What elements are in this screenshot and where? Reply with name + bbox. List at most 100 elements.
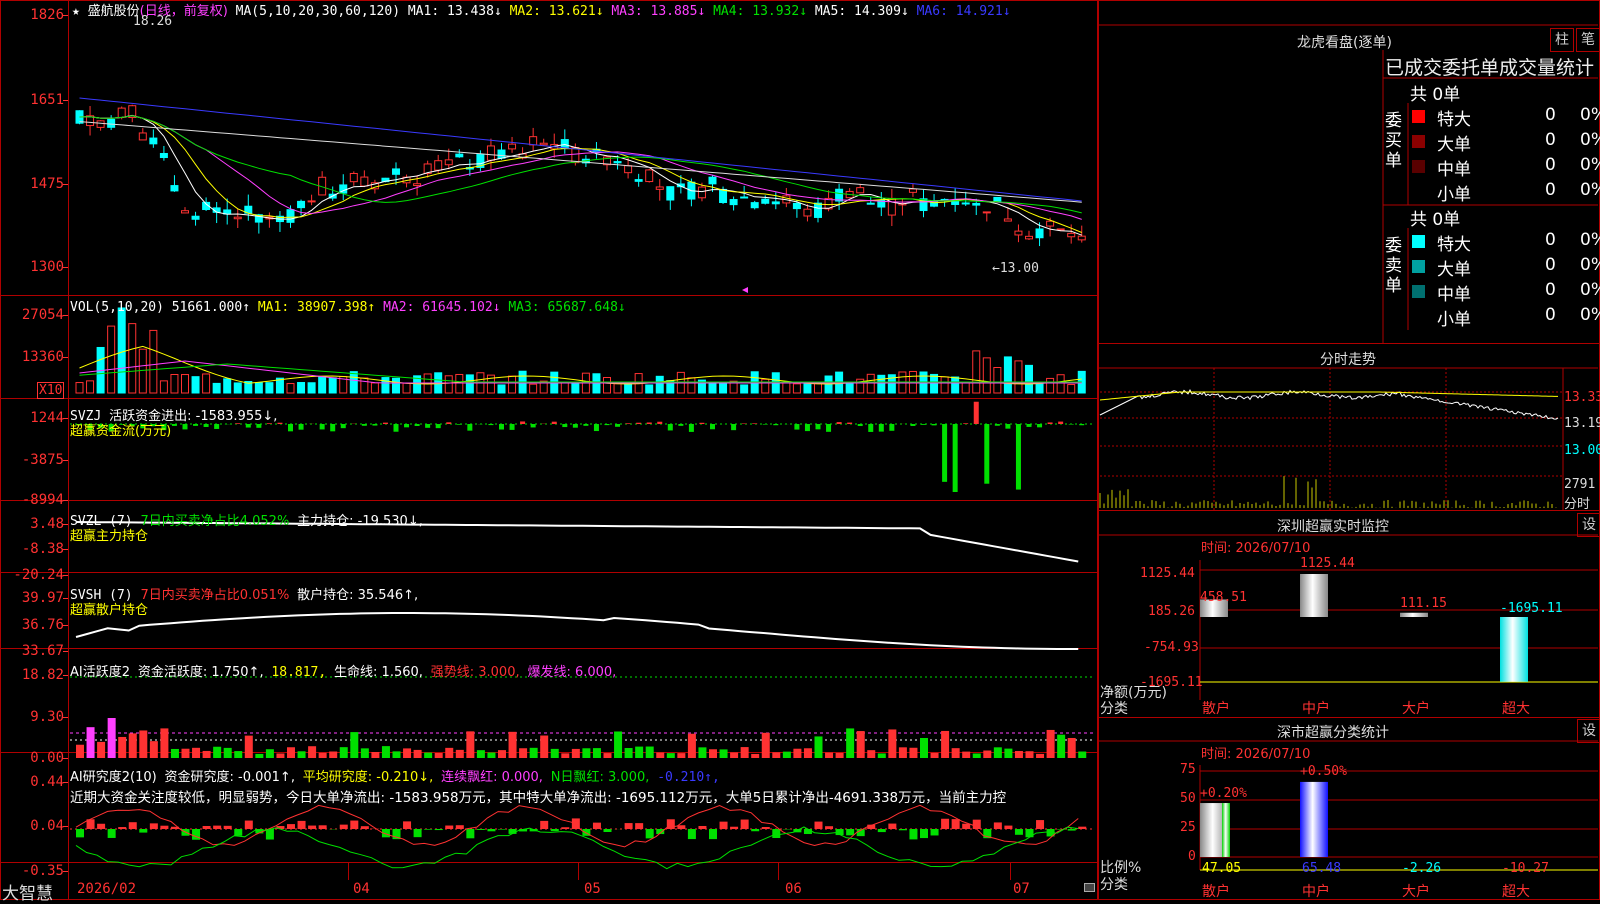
classify-settings-button[interactable]: 设 — [1577, 719, 1600, 743]
ai1-bar — [118, 737, 126, 758]
monitor-cat-label: 分类 — [1100, 698, 1128, 718]
ai1-bar — [129, 733, 137, 758]
svzj-bar — [1079, 424, 1084, 425]
category-qty: 0 — [1545, 155, 1556, 175]
classify-value-label: 47.05 — [1202, 861, 1241, 876]
ai2-bar — [319, 825, 327, 829]
ma6-value: MA6: 14.921↓ — [917, 4, 1011, 19]
svzj-bar — [879, 424, 884, 432]
ai2-bar — [97, 824, 105, 829]
ai1-d4: 强势线: 3.000, — [431, 665, 520, 680]
candle-body — [815, 203, 822, 217]
svzj-bar — [246, 424, 251, 428]
classify-time: 时间: 2026/07/10 — [1201, 743, 1310, 762]
ai2-bar — [108, 829, 116, 838]
ai1-bar — [1036, 754, 1044, 758]
volume-bar — [266, 383, 273, 393]
ma-label: MA(5,10,20,30,60,120) — [236, 4, 400, 19]
ai2-bar — [361, 826, 369, 829]
xaxis-label-1: 2026/02 — [77, 881, 136, 897]
ai1-bar — [371, 752, 379, 758]
ai1-bar — [245, 736, 253, 758]
svzj-bar — [394, 424, 399, 432]
ai1-bar — [625, 748, 633, 758]
monitor-value-label: 1125.44 — [1300, 556, 1355, 571]
ai1-bar — [192, 748, 200, 758]
ai2-bar — [298, 821, 306, 829]
category-qty: 0 — [1545, 255, 1556, 275]
volume-bar — [350, 372, 357, 393]
ai2-bar — [909, 829, 917, 839]
svzj-bar — [1037, 424, 1042, 427]
category-pct: 0% — [1580, 255, 1600, 275]
kline-chart-area[interactable]: ★ 盛航股份(日线，前复权) MA(5,10,20,30,60,120) MA1… — [0, 0, 1098, 900]
candle-body — [836, 189, 843, 201]
candle-body — [350, 173, 357, 181]
candle-body — [361, 177, 368, 186]
volume-bar — [762, 379, 769, 393]
ai2-bar — [994, 822, 1002, 829]
ai1-bar — [382, 746, 390, 758]
sell-total: 共 0单 — [1410, 205, 1460, 230]
svzj-bar — [1048, 422, 1053, 424]
ai1-bar — [688, 734, 696, 758]
candle-body — [804, 209, 811, 216]
svsh-axis-1: 39.97 — [0, 590, 64, 606]
ai1-bar — [477, 750, 485, 758]
ai1-bar — [1078, 752, 1086, 758]
ai1-d5: 爆发线: 6.000, — [527, 665, 616, 680]
volume-bar — [688, 378, 695, 393]
svzj-bar — [710, 424, 715, 429]
volume-bar — [530, 384, 537, 393]
ai2-bar — [445, 826, 453, 829]
classify-category-label: 大户 — [1402, 881, 1430, 901]
category-pct: 0% — [1580, 180, 1600, 200]
lock-icon[interactable] — [1084, 883, 1095, 892]
ai2-bar — [224, 826, 232, 829]
volume-bar — [171, 374, 178, 393]
vol-axis-1: 27054 — [0, 307, 64, 323]
ai2-bar — [698, 826, 706, 829]
candle-body — [1004, 219, 1011, 221]
ai1-bar — [287, 747, 295, 758]
ai2-bar — [720, 822, 728, 829]
volume-bar — [1068, 385, 1075, 393]
monitor-axis-1: 1125.44 — [1140, 566, 1195, 581]
ai2-bar — [150, 823, 158, 829]
volume-bar — [1057, 375, 1064, 393]
vol-label: VOL(5,10,20) — [70, 300, 164, 315]
ai2-bar — [804, 829, 812, 834]
svsh-line — [76, 613, 1078, 649]
candle-body — [97, 121, 104, 128]
ai1-bar — [76, 745, 84, 758]
monitor-settings-button[interactable]: 设 — [1577, 513, 1600, 537]
candle-body — [139, 133, 146, 140]
ai1-bar — [97, 742, 105, 758]
volume-bar — [498, 385, 505, 393]
candle-body — [540, 143, 547, 145]
star-icon[interactable]: ★ — [72, 4, 80, 19]
svsh-sub: 超赢散户持仓 — [70, 599, 148, 618]
svzj-bar — [763, 424, 768, 425]
candle-body — [698, 187, 705, 198]
svzj-bar — [615, 424, 620, 427]
category-swatch — [1412, 110, 1425, 123]
tab-bar[interactable]: 柱 — [1550, 28, 1574, 52]
category-name: 中单 — [1437, 155, 1471, 180]
ai1-bar — [509, 732, 517, 758]
volume-bar — [509, 376, 516, 393]
volume-bar — [1036, 383, 1043, 393]
lhb-header: 已成交委托单成交量统计 — [1385, 53, 1594, 80]
volume-bar — [994, 368, 1001, 393]
ai1-bar — [825, 753, 833, 758]
ai1-bar — [87, 727, 95, 758]
ai2-bar — [551, 829, 559, 831]
ai2-bar — [139, 829, 147, 833]
ai1-bar — [171, 749, 179, 758]
monitor-axis-3: -754.93 — [1144, 640, 1199, 655]
ai2-bar — [888, 824, 896, 829]
ai2-bar — [931, 829, 939, 835]
tab-tick[interactable]: 笔 — [1576, 28, 1600, 52]
svzl-axis-1: 3.48 — [0, 516, 64, 532]
ai2-label: AI研究度2(10) — [70, 770, 157, 785]
